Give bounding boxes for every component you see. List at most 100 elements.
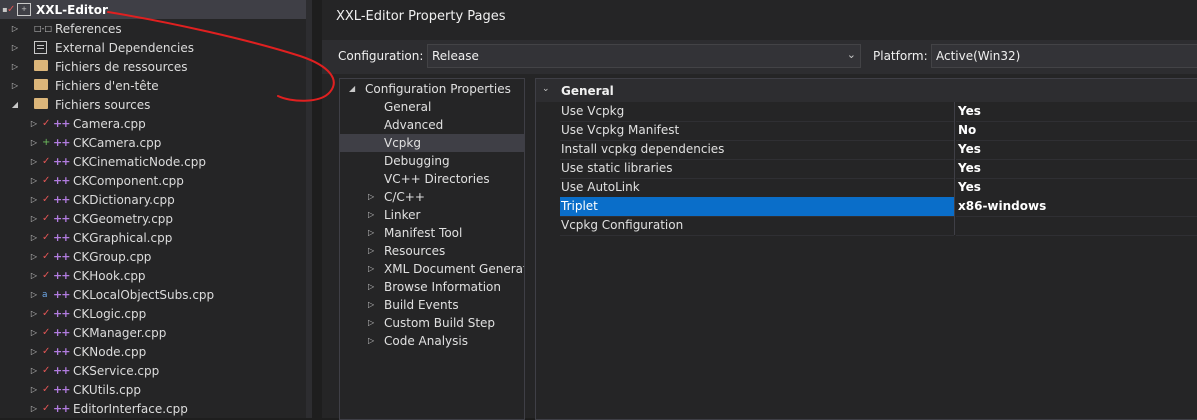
configuration-dropdown[interactable]: Release ⌄ [427,44,861,68]
source-file-item[interactable]: ▷ ✓ ++ CKGeometry.cpp [0,209,306,228]
source-file-label: CKLocalObjectSubs.cpp [73,287,215,302]
property-row[interactable]: Use static libraries Yes [536,159,1197,179]
property-value[interactable]: No [956,121,1197,141]
grid-section-header[interactable]: ⌄ General [536,79,1197,102]
collapsed-arrow-icon[interactable]: ▷ [29,157,39,166]
source-file-item[interactable]: ▷ ✓ ++ CKService.cpp [0,361,306,380]
tree-item-code-analysis[interactable]: ▷ Code Analysis [340,332,524,350]
tree-item-label: Browse Information [384,280,501,294]
tree-item-advanced[interactable]: Advanced [340,116,524,134]
platform-dropdown[interactable]: Active(Win32) [931,44,1197,68]
filter-folder-icon [34,98,48,109]
source-file-item[interactable]: ▷ ✓ ++ CKDictionary.cpp [0,190,306,209]
column-divider[interactable] [954,102,955,121]
source-file-item[interactable]: ▷ ✓ ++ CKLogic.cpp [0,304,306,323]
tree-item-manifest-tool[interactable]: ▷ Manifest Tool [340,224,524,242]
property-value[interactable]: Yes [956,102,1197,122]
property-value[interactable]: Yes [956,159,1197,179]
collapsed-arrow-icon[interactable]: ▷ [10,81,20,90]
solution-item-label: Fichiers d'en-tête [55,78,159,93]
source-file-item[interactable]: ▷ a ++ CKLocalObjectSubs.cpp [0,285,306,304]
source-file-item[interactable]: ▷ ✓ ++ CKNode.cpp [0,342,306,361]
collapsed-arrow-icon[interactable]: ▷ [29,195,39,204]
source-file-item[interactable]: ▷ ✓ ++ CKGraphical.cpp [0,228,306,247]
source-file-item[interactable]: ▷ ✓ ++ CKCinematicNode.cpp [0,152,306,171]
collapsed-arrow-icon[interactable]: ▷ [29,347,39,356]
property-row[interactable]: Use Vcpkg Yes [536,102,1197,122]
property-row[interactable]: Use Vcpkg Manifest No [536,121,1197,141]
collapsed-arrow-icon[interactable]: ▷ [29,252,39,261]
column-divider[interactable] [954,197,955,216]
column-divider[interactable] [954,216,955,235]
source-file-item[interactable]: ▷ ✓ ++ CKUtils.cpp [0,380,306,399]
tree-item-vc-directories[interactable]: VC++ Directories [340,170,524,188]
source-file-item[interactable]: ▷ ✓ ++ CKGroup.cpp [0,247,306,266]
collapsed-arrow-icon[interactable]: ▷ [368,206,374,224]
column-divider[interactable] [954,121,955,140]
property-value[interactable]: x86-windows [956,197,1197,217]
collapsed-arrow-icon[interactable]: ▷ [10,43,20,52]
solution-item-references[interactable]: ▷ □-□ References [0,19,306,38]
solution-item-external[interactable]: ▷ External Dependencies [0,38,306,57]
collapsed-arrow-icon[interactable]: ▷ [10,62,20,71]
solution-item-filter[interactable]: ◢ Fichiers sources [0,95,306,114]
property-row[interactable]: Vcpkg Configuration [536,216,1197,236]
source-file-item[interactable]: ▷ ✓ ++ Camera.cpp [0,114,306,133]
collapsed-arrow-icon[interactable]: ▷ [29,309,39,318]
tree-item-custom-build-step[interactable]: ▷ Custom Build Step [340,314,524,332]
property-row[interactable]: Triplet x86-windows [536,197,1197,217]
tree-item-c-c-[interactable]: ▷ C/C++ [340,188,524,206]
collapsed-arrow-icon[interactable]: ▷ [29,366,39,375]
tree-item-resources[interactable]: ▷ Resources [340,242,524,260]
expanded-arrow-icon[interactable]: ◢ [10,100,20,109]
collapsed-arrow-icon[interactable]: ▷ [29,176,39,185]
collapsed-arrow-icon[interactable]: ▷ [29,214,39,223]
collapsed-arrow-icon[interactable]: ▷ [10,24,20,33]
source-file-item[interactable]: ▷ ✓ ++ CKHook.cpp [0,266,306,285]
collapsed-arrow-icon[interactable]: ▷ [368,278,374,296]
expanded-arrow-icon[interactable]: ⌄ [542,84,550,94]
collapsed-arrow-icon[interactable]: ▷ [368,296,374,314]
collapsed-arrow-icon[interactable]: ▷ [29,290,39,299]
tree-item-configuration-properties[interactable]: ◢ Configuration Properties [340,80,524,98]
property-row[interactable]: Install vcpkg dependencies Yes [536,140,1197,160]
source-file-item[interactable]: ▷ + ++ CKCamera.cpp [0,133,306,152]
solution-item-label: Fichiers sources [55,97,151,112]
collapsed-arrow-icon[interactable]: ▷ [368,242,374,260]
collapsed-arrow-icon[interactable]: ▷ [29,138,39,147]
source-file-label: CKHook.cpp [73,268,146,283]
tree-item-browse-information[interactable]: ▷ Browse Information [340,278,524,296]
tree-item-general[interactable]: General [340,98,524,116]
property-value[interactable]: Yes [956,178,1197,198]
tree-item-vcpkg[interactable]: Vcpkg [340,134,524,152]
collapsed-arrow-icon[interactable]: ▷ [29,328,39,337]
property-row[interactable]: Use AutoLink Yes [536,178,1197,198]
solution-root-item[interactable]: ▪ ✓ + XXL-Editor [0,0,306,19]
solution-item-filter[interactable]: ▷ Fichiers d'en-tête [0,76,306,95]
collapsed-arrow-icon[interactable]: ▷ [368,188,374,206]
source-file-label: CKCamera.cpp [73,135,162,150]
expanded-arrow-icon[interactable]: ◢ [349,80,355,98]
collapsed-arrow-icon[interactable]: ▷ [368,332,374,350]
source-file-item[interactable]: ▷ ✓ ++ CKManager.cpp [0,323,306,342]
column-divider[interactable] [954,178,955,197]
column-divider[interactable] [954,159,955,178]
source-file-item[interactable]: ▷ ✓ ++ EditorInterface.cpp [0,399,306,418]
collapsed-arrow-icon[interactable]: ▷ [368,314,374,332]
collapsed-arrow-icon[interactable]: ▷ [29,271,39,280]
collapsed-arrow-icon[interactable]: ▷ [29,233,39,242]
solution-item-filter[interactable]: ▷ Fichiers de ressources [0,57,306,76]
collapsed-arrow-icon[interactable]: ▷ [29,404,39,413]
collapsed-arrow-icon[interactable]: ▷ [368,260,374,278]
collapsed-arrow-icon[interactable]: ▷ [29,119,39,128]
source-file-item[interactable]: ▷ ✓ ++ CKComponent.cpp [0,171,306,190]
property-value[interactable]: Yes [956,140,1197,160]
collapsed-arrow-icon[interactable]: ▷ [29,385,39,394]
tree-item-build-events[interactable]: ▷ Build Events [340,296,524,314]
property-value[interactable] [956,216,1197,236]
collapsed-arrow-icon[interactable]: ▷ [368,224,374,242]
tree-item-debugging[interactable]: Debugging [340,152,524,170]
column-divider[interactable] [954,140,955,159]
tree-item-xml-document-generator[interactable]: ▷ XML Document Generator [340,260,524,278]
tree-item-linker[interactable]: ▷ Linker [340,206,524,224]
